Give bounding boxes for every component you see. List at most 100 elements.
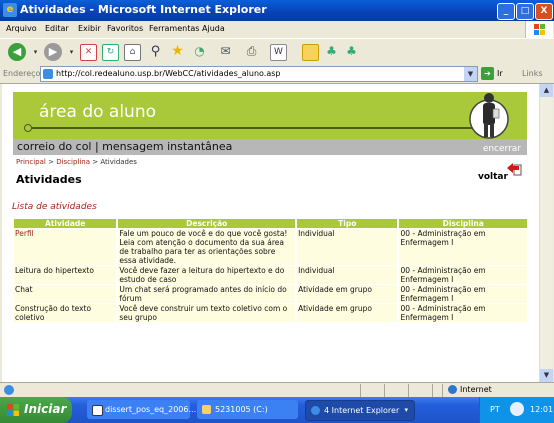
go-button[interactable]: Ir xyxy=(497,69,503,78)
status-divider xyxy=(408,384,409,397)
row-atividade: Leitura do hipertexto xyxy=(14,266,117,284)
print-icon[interactable]: ⎙ xyxy=(244,44,259,59)
links-button[interactable]: Links xyxy=(522,69,543,78)
table-row: Construção do texto coletivo Você deve c… xyxy=(14,304,527,322)
breadcrumb-principal[interactable]: Principal xyxy=(16,158,46,166)
menu-ferramentas[interactable]: Ferramentas xyxy=(149,24,199,33)
address-label: Endereço xyxy=(3,69,41,78)
favorites-icon[interactable]: ★ xyxy=(170,44,185,59)
row-disciplina: 00 - Administração em Enfermagem I xyxy=(399,304,527,322)
home-icon[interactable]: ⌂ xyxy=(124,44,141,61)
voltar-icon[interactable] xyxy=(506,162,522,176)
row-disciplina: 00 - Administração em Enfermagem I xyxy=(399,266,527,284)
title-bar: e Atividades - Microsoft Internet Explor… xyxy=(0,0,554,21)
row-atividade: Construção do texto coletivo xyxy=(14,304,117,322)
header-descricao: Descrição xyxy=(118,219,296,228)
activity-link-perfil[interactable]: Perfil xyxy=(14,229,117,265)
task-label: dissert_pos_eq_2006... xyxy=(105,405,197,414)
clock-time[interactable]: 12:01 xyxy=(530,405,553,414)
address-dropdown-icon[interactable]: ▼ xyxy=(464,67,477,81)
refresh-icon[interactable]: ↻ xyxy=(102,44,119,61)
zone-label: Internet xyxy=(460,385,492,394)
mail-icon[interactable]: ✉ xyxy=(218,44,233,59)
row-atividade: Chat xyxy=(14,285,117,303)
history-icon[interactable]: ◔ xyxy=(192,44,207,59)
scroll-down-icon[interactable]: ▼ xyxy=(540,369,553,382)
group-dropdown-icon: ▾ xyxy=(404,406,408,414)
start-button[interactable]: Iniciar xyxy=(0,397,72,423)
window-title: Atividades - Microsoft Internet Explorer xyxy=(20,3,267,16)
taskbar-folder[interactable]: 5231005 (C:) xyxy=(197,400,298,419)
messenger-icon[interactable]: ♣ xyxy=(324,44,339,59)
taskbar-internet-explorer[interactable]: 4 Internet Explorer ▾ xyxy=(305,400,415,421)
encerrar-link[interactable]: encerrar xyxy=(483,144,521,154)
ie-icon[interactable]: e xyxy=(3,3,17,17)
start-label: Iniciar xyxy=(24,402,67,416)
taskbar-word-document[interactable]: dissert_pos_eq_2006... xyxy=(87,400,196,419)
minimize-button[interactable]: _ xyxy=(497,3,515,20)
task-label: 5231005 (C:) xyxy=(215,405,268,414)
menu-editar[interactable]: Editar xyxy=(45,24,69,33)
close-button[interactable]: X xyxy=(535,3,553,20)
table-header-row: Atividade Descrição Tipo Disciplina xyxy=(14,219,527,228)
status-bar: Internet xyxy=(0,382,554,398)
vertical-scrollbar[interactable]: ▲ ▼ xyxy=(539,84,553,382)
row-tipo: Individual xyxy=(297,266,398,284)
breadcrumb-sep: > xyxy=(92,158,99,166)
toolbar: ◀ ▾ ▶ ▾ ✕ ↻ ⌂ ⚲ ★ ◔ ✉ ⎙ W ♣ ♣ xyxy=(0,38,554,66)
page-status-icon xyxy=(4,385,14,395)
scroll-up-icon[interactable]: ▲ xyxy=(540,84,553,97)
header-atividade: Atividade xyxy=(14,219,117,228)
page-title: Atividades xyxy=(16,173,82,186)
breadcrumb-disciplina[interactable]: Disciplina xyxy=(56,158,90,166)
address-input[interactable]: http://col.redealuno.usp.br/WebCC/ativid… xyxy=(40,66,478,82)
menu-arquivo[interactable]: Arquivo xyxy=(6,24,37,33)
row-descricao: Um chat será programado antes do início … xyxy=(118,285,296,303)
system-tray: PT 12:01 xyxy=(479,397,554,423)
windows-flag-icon xyxy=(525,21,553,38)
folder-icon[interactable] xyxy=(302,44,319,61)
status-divider xyxy=(442,384,443,397)
clock-icon[interactable] xyxy=(510,402,524,416)
status-divider xyxy=(384,384,385,397)
nav-links[interactable]: correio do col | mensagem instantânea xyxy=(17,140,232,153)
back-dropdown-icon[interactable]: ▾ xyxy=(28,45,43,60)
search-icon[interactable]: ⚲ xyxy=(148,44,163,59)
folder-icon xyxy=(202,405,211,414)
internet-zone-icon xyxy=(448,385,457,394)
row-disciplina: 00 - Administração em Enfermagem I xyxy=(399,285,527,303)
banner: área do aluno xyxy=(13,92,527,139)
table-row: Leitura do hipertexto Você deve fazer a … xyxy=(14,266,527,284)
forward-icon[interactable]: ▶ xyxy=(44,43,62,61)
page-icon xyxy=(43,69,53,79)
back-icon[interactable]: ◀ xyxy=(8,43,26,61)
windows-flag-icon xyxy=(7,404,19,416)
banner-dot xyxy=(24,124,32,132)
menu-bar: Arquivo Editar Exibir Favoritos Ferramen… xyxy=(0,21,554,38)
row-descricao: Você deve fazer a leitura do hipertexto … xyxy=(118,266,296,284)
language-indicator[interactable]: PT xyxy=(490,405,500,414)
internet-zone: Internet xyxy=(448,385,492,394)
edit-icon[interactable]: W xyxy=(270,44,287,61)
row-tipo: Atividade em grupo xyxy=(297,285,398,303)
menu-favoritos[interactable]: Favoritos xyxy=(107,24,143,33)
table-row: Perfil Fale um pouco de você e do que vo… xyxy=(14,229,527,265)
stop-icon[interactable]: ✕ xyxy=(80,44,97,61)
discuss-icon[interactable]: ♣ xyxy=(344,44,359,59)
status-divider xyxy=(432,384,433,397)
menu-exibir[interactable]: Exibir xyxy=(78,24,101,33)
row-tipo: Atividade em grupo xyxy=(297,304,398,322)
row-disciplina: 00 - Administração em Enfermagem I xyxy=(399,229,527,265)
row-descricao: Você deve construir um texto coletivo co… xyxy=(118,304,296,322)
address-url: http://col.redealuno.usp.br/WebCC/ativid… xyxy=(56,69,281,78)
go-icon[interactable]: ➔ xyxy=(481,67,494,80)
task-label: 4 Internet Explorer xyxy=(324,406,400,415)
forward-dropdown-icon[interactable]: ▾ xyxy=(64,45,79,60)
maximize-button[interactable]: □ xyxy=(516,3,534,20)
header-disciplina: Disciplina xyxy=(399,219,527,228)
voltar-link[interactable]: voltar xyxy=(478,172,508,182)
row-descricao: Fale um pouco de você e do que você gost… xyxy=(118,229,296,265)
nav-bar: correio do col | mensagem instantânea en… xyxy=(13,139,527,155)
status-divider xyxy=(360,384,361,397)
menu-ajuda[interactable]: Ajuda xyxy=(202,24,225,33)
